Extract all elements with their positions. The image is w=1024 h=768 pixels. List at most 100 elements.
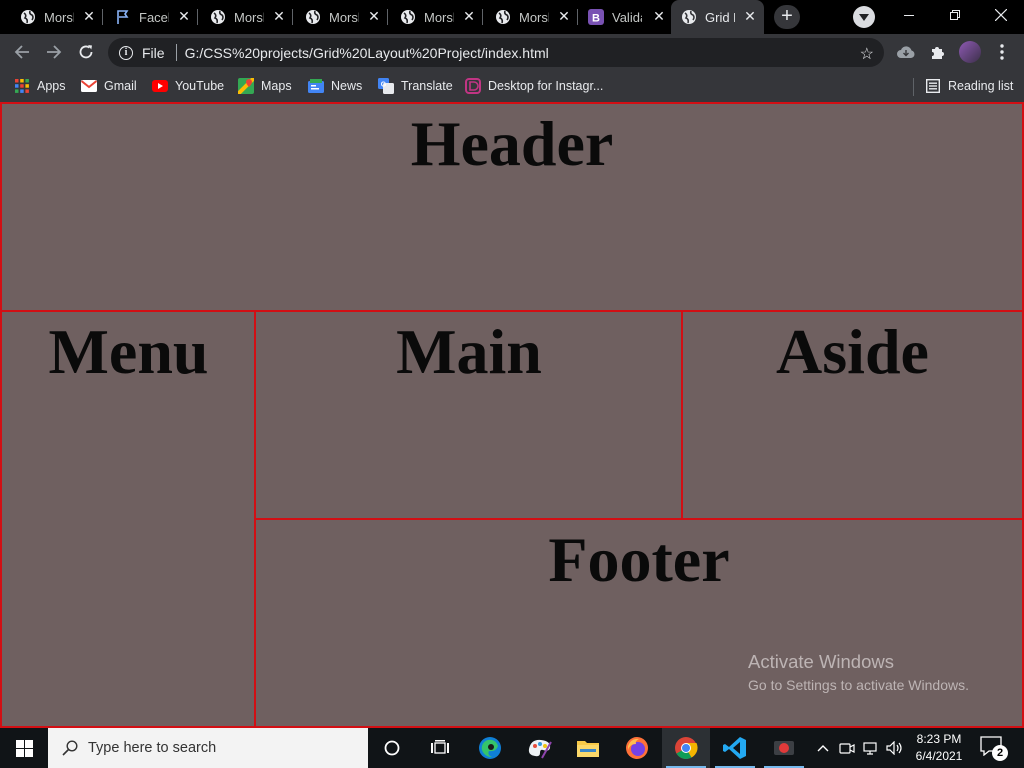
bookmark-star-icon[interactable]: ☆ (860, 44, 874, 64)
network-icon[interactable] (860, 728, 882, 768)
task-view-icon (431, 740, 449, 754)
bookmark-translate[interactable]: G Translate (378, 76, 453, 96)
bookmark-apps[interactable]: Apps (14, 76, 66, 96)
arrow-left-icon (14, 45, 29, 59)
close-tab-icon[interactable]: ✕ (744, 9, 756, 23)
tab-title: Morsh (519, 9, 549, 25)
reload-button[interactable] (74, 40, 98, 64)
info-icon[interactable]: i (119, 45, 133, 60)
tab-title: Faceb (139, 9, 169, 25)
bookmark-desktop-instagram[interactable]: Desktop for Instagr... (465, 76, 603, 96)
close-tab-icon[interactable]: ✕ (368, 9, 380, 23)
maps-icon (238, 78, 254, 94)
avatar (959, 41, 981, 63)
volume-icon[interactable] (884, 728, 906, 768)
svg-text:B: B (592, 13, 600, 25)
taskbar-vscode[interactable] (711, 728, 759, 768)
activate-windows-watermark: Activate Windows Go to Settings to activ… (748, 651, 969, 693)
taskbar-clock[interactable]: 8:23 PM 6/4/2021 (908, 731, 970, 765)
bookmark-youtube[interactable]: YouTube (152, 76, 224, 96)
taskbar-edge[interactable] (466, 728, 514, 768)
profile-avatar[interactable] (958, 40, 982, 64)
minimize-icon (904, 14, 914, 16)
windows-logo-icon (15, 739, 33, 757)
tab-5[interactable]: Morsh ✕ (388, 0, 483, 34)
close-tab-icon[interactable]: ✕ (178, 9, 190, 23)
tab-title: Morsh (44, 9, 74, 25)
close-icon (995, 9, 1007, 21)
edge-icon (479, 737, 501, 759)
forward-button[interactable] (42, 40, 66, 64)
meet-now-icon[interactable] (836, 728, 858, 768)
taskbar-search-input[interactable]: Type here to search (48, 728, 368, 768)
grid-main: Main (254, 310, 684, 520)
watermark-title: Activate Windows (748, 651, 894, 672)
taskbar-file-explorer[interactable] (564, 728, 612, 768)
tab-strip: Morsh ✕ Faceb ✕ Morsh ✕ Morsh ✕ Morsh ✕ (0, 0, 1024, 34)
menu-kebab-icon[interactable] (990, 40, 1014, 64)
tab-2[interactable]: Faceb ✕ (103, 0, 198, 34)
close-tab-icon[interactable]: ✕ (83, 9, 95, 23)
grid-footer: Footer (254, 518, 1024, 728)
arrow-right-icon (47, 45, 62, 59)
minimize-button[interactable] (886, 0, 932, 30)
clock-time: 8:23 PM (916, 732, 962, 746)
tab-search-button[interactable] (853, 6, 875, 28)
bookmark-gmail[interactable]: Gmail (81, 76, 137, 96)
apps-grid-icon (14, 78, 30, 94)
task-view-button[interactable] (416, 728, 464, 768)
tab-1[interactable]: Morsh ✕ (0, 0, 103, 34)
bookmark-label: Apps (37, 79, 66, 93)
taskbar-recorder[interactable] (760, 728, 808, 768)
bookmarks-bar: Apps Gmail YouTube Maps News G Translate (0, 71, 1024, 102)
taskbar-paint[interactable] (516, 728, 564, 768)
grid-main-text: Main (396, 316, 542, 387)
gmail-icon (81, 78, 97, 94)
close-tab-icon[interactable]: ✕ (273, 9, 285, 23)
cloud-sync-icon[interactable] (894, 40, 918, 64)
bookmark-label: YouTube (175, 79, 225, 93)
globe-icon (20, 9, 36, 25)
tab-title: Morsh (329, 9, 359, 25)
page-content: Header Menu Main Aside Footer Activate W… (0, 102, 1024, 728)
tab-4[interactable]: Morsh ✕ (293, 0, 388, 34)
url-scheme-label: File (142, 44, 165, 61)
news-icon (308, 78, 324, 94)
new-tab-button[interactable]: + (774, 5, 800, 29)
close-tab-icon[interactable]: ✕ (463, 9, 475, 23)
close-window-button[interactable] (978, 0, 1024, 30)
tab-title: Grid L (705, 9, 735, 25)
url-text[interactable]: G:/CSS%20projects/Grid%20Layout%20Projec… (185, 45, 549, 61)
tray-chevron-up-icon[interactable] (812, 728, 834, 768)
restore-icon (950, 10, 960, 20)
tab-8-active[interactable]: Grid L ✕ (671, 0, 764, 34)
bookmark-news[interactable]: News (308, 76, 362, 96)
notification-count-badge: 2 (992, 745, 1008, 761)
back-button[interactable] (10, 40, 34, 64)
taskbar-firefox[interactable] (613, 728, 661, 768)
firefox-icon (626, 737, 648, 759)
tab-title: Valida (612, 9, 642, 25)
reading-list-button[interactable]: Reading list (925, 76, 1013, 96)
close-tab-icon[interactable]: ✕ (558, 9, 570, 23)
grid-aside-text: Aside (776, 316, 929, 387)
cortana-button[interactable] (368, 728, 416, 768)
start-button[interactable] (0, 728, 48, 768)
svg-text:G: G (381, 82, 387, 89)
restore-button[interactable] (932, 0, 978, 30)
extensions-puzzle-icon[interactable] (926, 40, 950, 64)
youtube-icon (152, 78, 168, 94)
reading-list-icon (925, 78, 941, 94)
action-center-button[interactable]: 2 (980, 736, 1008, 761)
address-bar[interactable]: i File G:/CSS%20projects/Grid%20Layout%2… (108, 38, 884, 67)
tab-6[interactable]: Morsh ✕ (483, 0, 578, 34)
taskbar-chrome[interactable] (662, 728, 710, 768)
screen-recorder-icon (774, 741, 794, 755)
cortana-circle-icon (384, 740, 400, 756)
close-tab-icon[interactable]: ✕ (653, 9, 665, 23)
tab-3[interactable]: Morsh ✕ (198, 0, 293, 34)
tab-7[interactable]: B Valida ✕ (578, 0, 673, 34)
browser-toolbar: i File G:/CSS%20projects/Grid%20Layout%2… (0, 34, 1024, 71)
grid-menu: Menu (0, 310, 257, 728)
bookmark-maps[interactable]: Maps (238, 76, 292, 96)
